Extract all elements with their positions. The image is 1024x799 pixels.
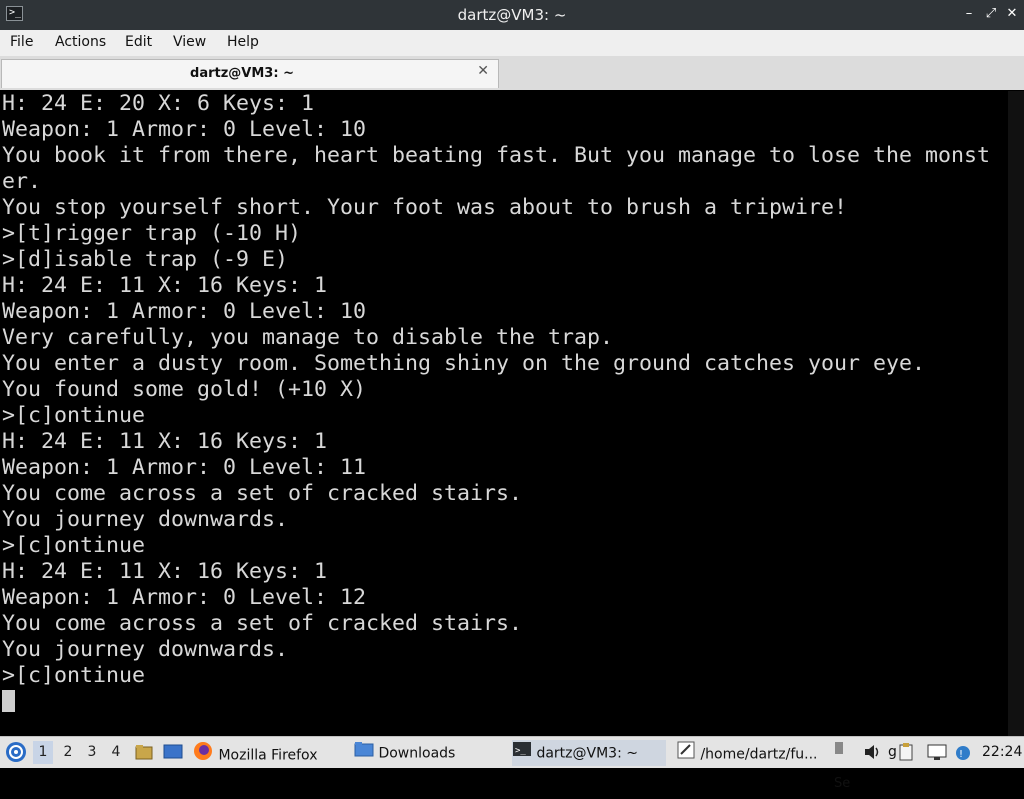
window-titlebar: >_ dartz@VM3: ~ – ⤢ ✕ <box>0 0 1024 30</box>
terminal-output[interactable]: H: 24 E: 20 X: 6 Keys: 1 Weapon: 1 Armor… <box>0 91 1008 736</box>
tab-close-icon[interactable]: ✕ <box>477 63 489 79</box>
menu-bar: File Actions Edit View Help <box>0 30 1024 56</box>
tray-app-icon <box>834 737 844 768</box>
terminal-line: H: 24 E: 11 X: 16 Keys: 1 <box>2 429 328 454</box>
firefox-icon <box>192 740 214 766</box>
taskbar-firefox-label: Mozilla Firefox <box>218 747 318 764</box>
menu-help[interactable]: Help <box>227 34 259 50</box>
clock[interactable]: 22:24 <box>982 737 1022 768</box>
terminal-line: You journey downwards. <box>2 637 289 662</box>
terminal-line: >[c]ontinue <box>2 403 146 428</box>
taskbar-downloads-button[interactable]: Downloads <box>354 740 504 766</box>
terminal-line: Weapon: 1 Armor: 0 Level: 10 <box>2 299 367 324</box>
tab-bar: dartz@VM3: ~ ✕ <box>0 56 1024 90</box>
taskbar-firefox-button[interactable]: Mozilla Firefox <box>192 740 342 766</box>
workspace-4[interactable]: 4 <box>106 741 126 764</box>
workspace-2[interactable]: 2 <box>58 741 78 764</box>
menu-file[interactable]: File <box>10 34 33 50</box>
folder-icon <box>354 740 374 766</box>
workspace-1[interactable]: 1 <box>33 741 53 764</box>
svg-text:>_: >_ <box>515 746 526 756</box>
terminal-line: >[d]isable trap (-9 E) <box>2 247 289 272</box>
taskbar-terminal-button[interactable]: >_ dartz@VM3: ~ <box>512 740 666 766</box>
maximize-button[interactable]: ⤢ <box>982 5 1000 23</box>
text-editor-icon <box>676 740 696 766</box>
terminal-line: >[c]ontinue <box>2 663 146 688</box>
terminal-line: H: 24 E: 11 X: 16 Keys: 1 <box>2 273 328 298</box>
terminal-line: You enter a dusty room. Something shiny … <box>2 351 926 376</box>
terminal-cursor <box>2 690 15 712</box>
tray-truncated-label: Se <box>834 776 851 791</box>
close-button[interactable]: ✕ <box>1003 5 1021 23</box>
start-menu-icon[interactable] <box>4 740 28 764</box>
update-notifier-icon[interactable]: ! <box>954 743 972 763</box>
terminal-line: You found some gold! (+10 X) <box>2 377 367 402</box>
menu-actions[interactable]: Actions <box>55 34 106 50</box>
taskbar-downloads-label: Downloads <box>378 745 456 762</box>
terminal-line: You stop yourself short. Your foot was a… <box>2 195 848 220</box>
tab-label: dartz@VM3: ~ <box>190 66 294 81</box>
terminal-line: You come across a set of cracked stairs. <box>2 481 523 506</box>
terminal-line: You come across a set of cracked stairs. <box>2 611 523 636</box>
svg-text:!: ! <box>959 749 963 760</box>
terminal-line: Weapon: 1 Armor: 0 Level: 10 <box>2 117 367 142</box>
terminal-line: Weapon: 1 Armor: 0 Level: 12 <box>2 585 367 610</box>
terminal-line: You book it from there, heart beating fa… <box>2 143 991 168</box>
workspace-3[interactable]: 3 <box>82 741 102 764</box>
terminal-line: >[t]rigger trap (-10 H) <box>2 221 302 246</box>
volume-icon[interactable] <box>862 742 882 762</box>
file-manager-launcher-icon[interactable] <box>134 742 154 762</box>
terminal-line: H: 24 E: 20 X: 6 Keys: 1 <box>2 91 315 116</box>
terminal-line: >[c]ontinue <box>2 533 146 558</box>
tray-g-label: g <box>888 744 897 760</box>
show-desktop-icon[interactable] <box>162 742 184 762</box>
terminal-line: Weapon: 1 Armor: 0 Level: 11 <box>2 455 367 480</box>
terminal-line: er. <box>2 169 42 194</box>
taskbar-terminal-label: dartz@VM3: ~ <box>536 745 638 762</box>
clipboard-icon[interactable] <box>898 742 914 762</box>
terminal-line: H: 24 E: 11 X: 16 Keys: 1 <box>2 559 328 584</box>
terminal-scrollbar[interactable] <box>1008 91 1024 736</box>
taskbar: 1 2 3 4 Mozilla Firefox Downloads >_ dar… <box>0 736 1024 791</box>
menu-view[interactable]: View <box>173 34 206 50</box>
minimize-button[interactable]: – <box>960 5 978 23</box>
menu-edit[interactable]: Edit <box>125 34 152 50</box>
tray-truncated-item[interactable]: Se <box>834 737 860 791</box>
taskbar-editor-label: /home/dartz/fu... <box>700 746 818 763</box>
window-title: dartz@VM3: ~ <box>457 6 567 24</box>
terminal-icon: >_ <box>512 740 532 766</box>
taskbar-editor-button[interactable]: /home/dartz/fu... <box>676 740 826 766</box>
tab-terminal[interactable]: dartz@VM3: ~ ✕ <box>1 59 499 88</box>
terminal-line: You journey downwards. <box>2 507 289 532</box>
network-icon[interactable] <box>926 743 948 763</box>
terminal-line: Very carefully, you manage to disable th… <box>2 325 614 350</box>
